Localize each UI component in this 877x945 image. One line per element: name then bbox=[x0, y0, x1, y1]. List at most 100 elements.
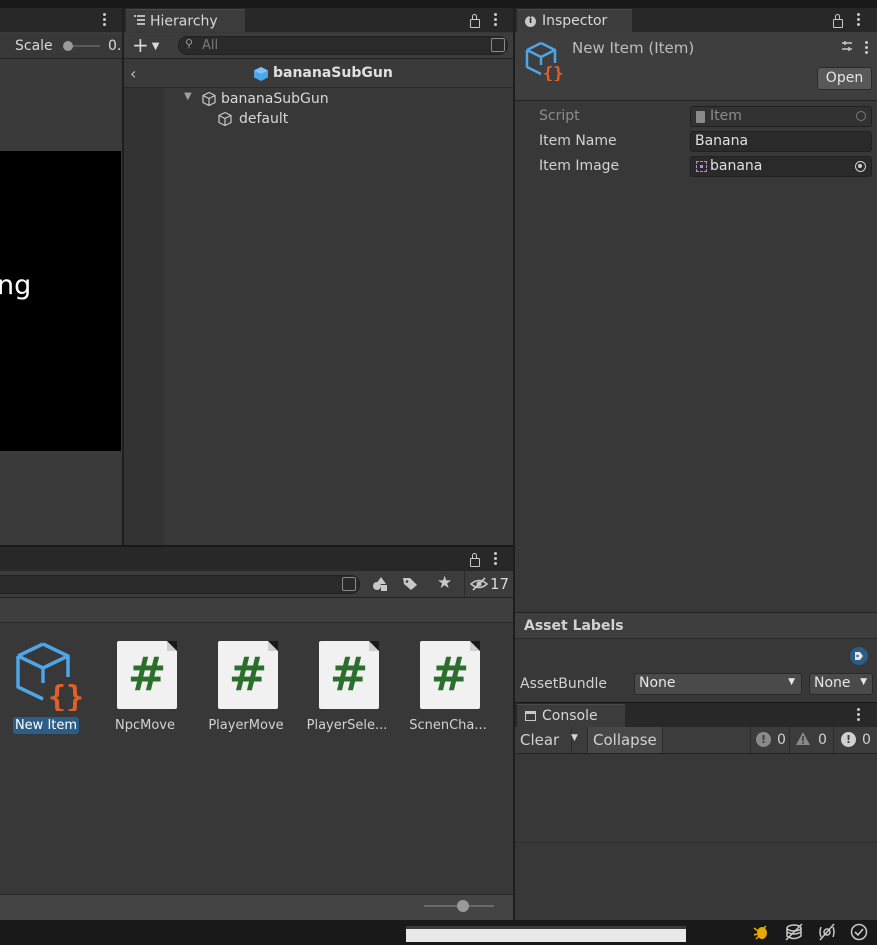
assetbundle-value: None bbox=[639, 675, 676, 691]
warning-count: 0 bbox=[818, 732, 827, 748]
item-name-field[interactable]: Banana bbox=[690, 131, 872, 152]
asset-item[interactable]: # PlayerSele... bbox=[302, 639, 392, 735]
prefab-icon bbox=[253, 66, 269, 86]
error-toggle[interactable]: ! 0 bbox=[833, 727, 877, 753]
chevron-down-icon: ▼ bbox=[151, 41, 160, 52]
info-log-icon: ! bbox=[756, 732, 771, 747]
add-label: + bbox=[132, 33, 149, 57]
game-view-text: ng bbox=[0, 270, 32, 301]
warning-icon bbox=[795, 731, 811, 750]
console-panel: Console Clear ▼ Collapse ! 0 0 ! 0 bbox=[515, 703, 877, 920]
top-toolbar bbox=[0, 0, 877, 8]
info-icon: i bbox=[525, 15, 536, 27]
asset-labels-header[interactable]: Asset Labels bbox=[515, 612, 877, 639]
svg-text:{}: {} bbox=[543, 64, 563, 81]
log-toggle[interactable]: ! 0 bbox=[750, 727, 789, 753]
label-tag-icon[interactable] bbox=[850, 647, 868, 665]
hierarchy-list-icon bbox=[134, 10, 145, 33]
icon-size-slider-thumb[interactable] bbox=[457, 900, 469, 912]
cs-script-icon: # bbox=[117, 641, 177, 709]
tree-item-root[interactable]: ▼ bananaSubGun bbox=[164, 90, 513, 110]
console-log-area bbox=[515, 754, 877, 843]
asset-label: New Item bbox=[14, 718, 78, 733]
clear-button[interactable]: Clear bbox=[515, 727, 572, 753]
cs-script-icon: # bbox=[319, 641, 379, 709]
status-bar bbox=[0, 920, 877, 942]
warning-toggle[interactable]: 0 bbox=[789, 727, 832, 753]
script-field: Item bbox=[690, 106, 872, 127]
breadcrumb[interactable]: bananaSubGun bbox=[273, 65, 393, 81]
assetbundle-label: AssetBundle bbox=[520, 676, 608, 692]
gameobject-icon bbox=[217, 111, 233, 131]
back-chevron-icon[interactable]: ‹ bbox=[130, 64, 136, 83]
hidden-count: 17 bbox=[490, 575, 510, 593]
item-image-field[interactable]: banana bbox=[690, 156, 872, 177]
tab-hierarchy[interactable]: Hierarchy bbox=[126, 9, 245, 32]
project-search-input[interactable] bbox=[0, 575, 360, 594]
collapse-button[interactable]: Collapse bbox=[587, 727, 663, 753]
object-picker-icon[interactable] bbox=[855, 161, 866, 172]
tab-inspector[interactable]: i Inspector bbox=[517, 9, 632, 32]
component-menu-icon[interactable] bbox=[865, 41, 868, 56]
filter-by-type-icon[interactable] bbox=[372, 576, 388, 596]
svg-text:{}: {} bbox=[48, 680, 84, 711]
tree-item-label: bananaSubGun bbox=[221, 91, 329, 107]
asset-item[interactable]: # NpcMove bbox=[100, 639, 190, 735]
asset-label: PlayerSele... bbox=[306, 718, 388, 733]
scene-menu-icon[interactable] bbox=[103, 13, 106, 28]
hierarchy-panel: Hierarchy + ▼ ⚲ All ‹ bananaSubGun ▼ bana… bbox=[124, 8, 513, 545]
thumbnail-bar bbox=[406, 926, 686, 929]
inspector-tab-label: Inspector bbox=[542, 13, 608, 29]
hierarchy-menu-icon[interactable] bbox=[494, 13, 497, 28]
assetbundle-variant-dropdown[interactable]: None ▼ bbox=[809, 673, 873, 695]
project-lock-icon[interactable] bbox=[470, 553, 480, 567]
hierarchy-tab-label: Hierarchy bbox=[150, 13, 218, 30]
scale-slider-thumb[interactable] bbox=[63, 41, 73, 51]
search-options-icon[interactable] bbox=[342, 577, 356, 591]
item-name-label: Item Name bbox=[539, 133, 617, 149]
hidden-packages-toggle[interactable]: 17 bbox=[464, 571, 514, 597]
assetbundle-dropdown[interactable]: None ▼ bbox=[634, 673, 802, 695]
scale-value: 0. bbox=[108, 38, 122, 54]
expand-arrow-icon[interactable]: ▼ bbox=[184, 91, 192, 102]
cs-script-icon: # bbox=[420, 641, 480, 709]
search-options-icon[interactable] bbox=[491, 38, 505, 52]
log-count: 0 bbox=[777, 732, 786, 748]
script-file-icon bbox=[696, 111, 705, 123]
scale-label: Scale bbox=[15, 38, 53, 54]
clear-options-dropdown[interactable]: ▼ bbox=[567, 727, 585, 753]
project-tabbar bbox=[0, 547, 513, 571]
hierarchy-search-input[interactable]: ⚲ All bbox=[178, 36, 508, 55]
filter-by-label-icon[interactable] bbox=[402, 577, 418, 595]
tree-item-child[interactable]: default bbox=[164, 110, 513, 130]
scriptable-object-icon: {} bbox=[525, 41, 565, 85]
game-view: ng bbox=[0, 151, 121, 451]
asset-item[interactable]: # PlayerMove bbox=[201, 639, 291, 735]
inspector-panel: i Inspector {} New Item (Item) Open Scrip… bbox=[515, 8, 877, 702]
hierarchy-lock-icon[interactable] bbox=[470, 14, 480, 28]
asset-item[interactable]: # ScnenCha... bbox=[403, 639, 493, 735]
chevron-down-icon: ▼ bbox=[860, 677, 867, 687]
tab-console[interactable]: Console bbox=[517, 704, 625, 727]
favorite-star-icon[interactable]: ★ bbox=[437, 573, 452, 593]
project-panel: ★ 17 {} New Item # NpcMove # PlayerMove … bbox=[0, 547, 514, 921]
open-button[interactable]: Open bbox=[817, 67, 872, 90]
inspector-lock-icon[interactable] bbox=[833, 14, 843, 28]
add-button[interactable]: + ▼ bbox=[132, 33, 159, 59]
cs-script-icon: # bbox=[218, 641, 278, 709]
inspector-menu-icon[interactable] bbox=[857, 13, 860, 28]
preset-icon[interactable] bbox=[841, 40, 853, 56]
console-icon bbox=[525, 711, 536, 721]
console-tab-label: Console bbox=[542, 708, 598, 724]
console-menu-icon[interactable] bbox=[857, 708, 860, 723]
clear-label: Clear bbox=[520, 731, 560, 749]
item-name-value: Banana bbox=[695, 133, 749, 149]
collapse-label: Collapse bbox=[593, 731, 657, 749]
scene-panel: Scale 0. ng bbox=[0, 8, 122, 545]
project-menu-icon[interactable] bbox=[494, 552, 497, 567]
eye-slash-icon bbox=[469, 577, 489, 595]
chevron-down-icon: ▼ bbox=[788, 677, 795, 687]
asset-labels-title: Asset Labels bbox=[524, 618, 624, 634]
asset-item[interactable]: {} New Item bbox=[0, 639, 90, 735]
object-title: New Item (Item) bbox=[572, 39, 695, 57]
